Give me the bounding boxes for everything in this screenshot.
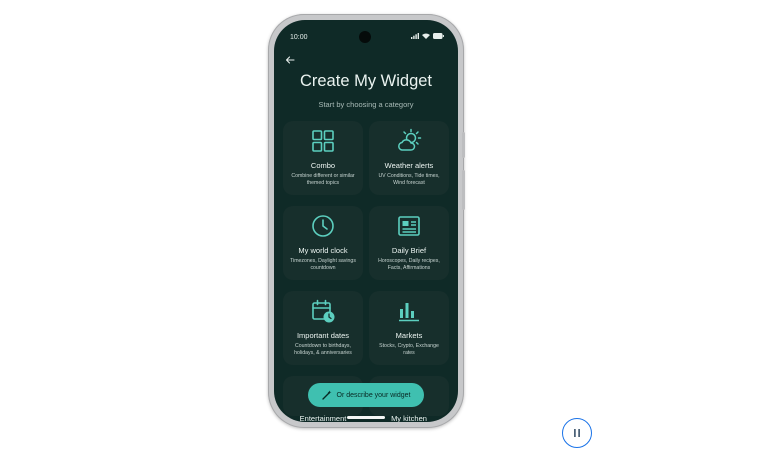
- status-bar: 10:00: [274, 20, 458, 44]
- battery-icon: [433, 33, 444, 39]
- grid-icon: [312, 130, 334, 152]
- pause-button[interactable]: [562, 418, 592, 448]
- weather-icon: [398, 128, 422, 151]
- category-card-world-clock[interactable]: My world clock Timezones, Daylight savin…: [283, 206, 363, 280]
- pause-icon: [574, 429, 580, 437]
- category-description: UV Conditions, Tide times, Wind forecast: [378, 173, 440, 187]
- status-time: 10:00: [290, 34, 308, 41]
- category-card-markets[interactable]: Markets Stocks, Crypto, Exchange rates: [369, 291, 449, 365]
- category-description: Stocks, Crypto, Exchange rates: [379, 343, 439, 357]
- calendar-clock-icon: [312, 299, 335, 323]
- wifi-icon: [422, 33, 430, 39]
- category-label: Important dates: [296, 331, 350, 340]
- signal-icon: [411, 33, 419, 39]
- category-card-combo[interactable]: Combo Combine different or similar theme…: [283, 121, 363, 195]
- back-arrow-icon[interactable]: [283, 53, 297, 67]
- category-description: Horoscopes, Daily recipes, Facts, Affirm…: [378, 258, 440, 272]
- category-label: Weather alerts: [384, 161, 434, 170]
- volume-button: [462, 170, 465, 210]
- category-grid: Combo Combine different or similar theme…: [283, 121, 449, 422]
- page-title: Create My Widget: [299, 72, 433, 90]
- page-subtitle: Start by choosing a category: [318, 100, 414, 109]
- describe-widget-label: Or describe your widget: [336, 391, 411, 399]
- category-label: Daily Brief: [391, 246, 427, 255]
- category-description: Combine different or similar themed topi…: [291, 173, 355, 187]
- front-camera: [359, 31, 371, 43]
- category-label: Combo: [310, 161, 336, 170]
- magic-wand-icon: [321, 390, 332, 400]
- bar-chart-icon: [399, 303, 419, 322]
- category-card-daily-brief[interactable]: Daily Brief Horoscopes, Daily recipes, F…: [369, 206, 449, 280]
- category-description: Timezones, Daylight savings countdown: [290, 258, 356, 272]
- category-label: My world clock: [298, 246, 348, 255]
- category-card-weather-alerts[interactable]: Weather alerts UV Conditions, Tide times…: [369, 121, 449, 195]
- clock-icon: [312, 215, 334, 237]
- phone-screen: 10:00 Create My Widget Start by choosing…: [274, 20, 458, 422]
- category-label: Markets: [395, 331, 423, 340]
- power-button: [462, 132, 465, 158]
- category-description: Countdown to birthdays, holidays, & anni…: [294, 343, 352, 357]
- home-indicator[interactable]: [347, 416, 385, 419]
- category-card-important-dates[interactable]: Important dates Countdown to birthdays, …: [283, 291, 363, 365]
- describe-widget-button[interactable]: Or describe your widget: [308, 383, 424, 407]
- newspaper-icon: [398, 216, 420, 236]
